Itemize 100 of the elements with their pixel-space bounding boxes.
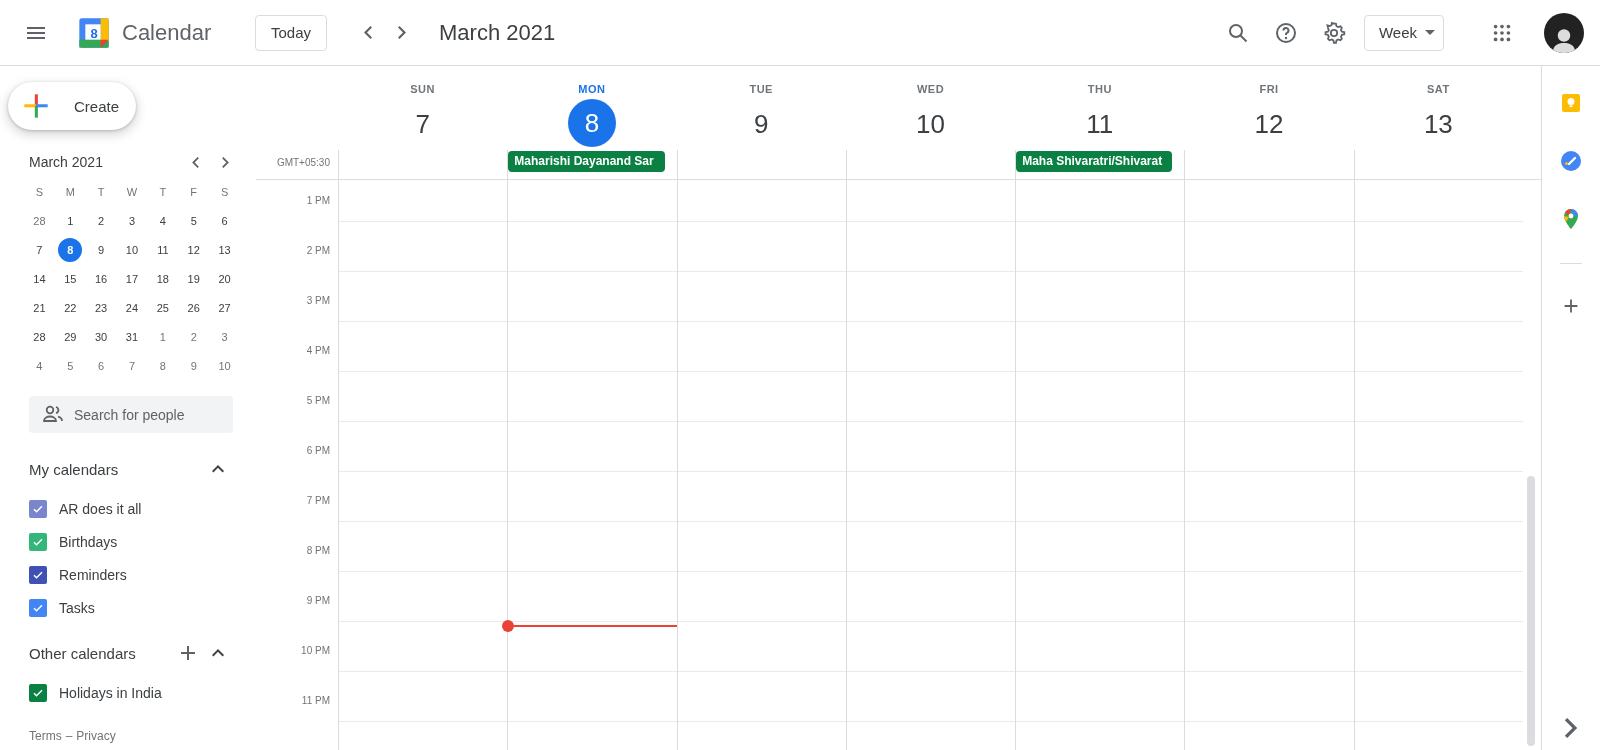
mini-calendar-day[interactable]: 25 (150, 296, 175, 320)
mini-calendar-day[interactable]: 5 (58, 354, 83, 378)
calendar-checkbox[interactable] (29, 532, 47, 551)
chevron-left-icon (191, 156, 199, 168)
day-number[interactable]: 13 (1415, 101, 1462, 147)
separator-text: – (65, 729, 73, 743)
mini-calendar-day[interactable]: 27 (212, 296, 237, 320)
mini-calendar-day[interactable]: 11 (150, 238, 175, 262)
mini-calendar-day[interactable]: 29 (58, 325, 83, 349)
terms-link[interactable]: Terms (29, 729, 62, 743)
avatar[interactable] (1544, 12, 1584, 53)
mini-calendar-day[interactable]: 31 (120, 325, 144, 349)
search-people-field[interactable]: Search for people (29, 396, 233, 433)
current-period: March 2021 (439, 19, 556, 46)
calendar-checkbox[interactable] (29, 598, 47, 617)
calendar-name: Reminders (59, 566, 127, 583)
mini-calendar-day[interactable]: 21 (27, 296, 52, 320)
weekday-label: S (220, 185, 229, 200)
mini-calendar-day[interactable]: 14 (27, 267, 52, 291)
hour-label: 1 PM (305, 194, 331, 208)
mini-calendar-day[interactable]: 22 (58, 296, 83, 320)
day-number[interactable]: 12 (1246, 101, 1293, 147)
chevron-right-icon (398, 26, 407, 39)
calendar-name: AR does it all (59, 500, 142, 517)
mini-calendar-day[interactable]: 8 (58, 238, 83, 262)
plus-icon (22, 92, 50, 120)
weekday-name: FRI (1259, 83, 1279, 97)
mini-calendar-day[interactable]: 7 (120, 354, 144, 378)
weekday-label: W (126, 185, 138, 200)
mini-calendar-day[interactable]: 6 (212, 209, 237, 233)
mini-calendar-day[interactable]: 24 (120, 296, 144, 320)
calendar-checkbox[interactable] (29, 565, 47, 584)
weekday-name: WED (916, 83, 945, 97)
mini-calendar-day[interactable]: 30 (89, 325, 114, 349)
mini-calendar-day[interactable]: 12 (181, 238, 206, 262)
mini-calendar-day[interactable]: 2 (89, 209, 114, 233)
mini-calendar-day[interactable]: 28 (27, 325, 52, 349)
help-icon (1273, 20, 1298, 45)
app-title: Calendar (122, 19, 213, 46)
mini-calendar-day[interactable]: 5 (181, 209, 206, 233)
weekday-name: THU (1087, 83, 1112, 97)
calendar-name: Tasks (59, 599, 95, 616)
mini-calendar-day[interactable]: 18 (150, 267, 175, 291)
mini-calendar-day[interactable]: 7 (27, 238, 52, 262)
weekday-label: M (65, 185, 75, 200)
mini-calendar-day[interactable]: 9 (181, 354, 206, 378)
mini-calendar-day[interactable]: 10 (120, 238, 144, 262)
weekday-label: S (35, 185, 44, 200)
mini-calendar-day[interactable]: 19 (181, 267, 206, 291)
mini-calendar-day[interactable]: 3 (120, 209, 144, 233)
day-number[interactable]: 10 (907, 101, 954, 147)
task-check-icon (1559, 149, 1583, 173)
mini-calendar-day[interactable]: 4 (150, 209, 175, 233)
all-day-event[interactable]: Maharishi Dayanand Sar (508, 151, 665, 172)
mini-calendar-day[interactable]: 4 (27, 354, 52, 378)
weekday-label: F (190, 185, 198, 200)
calendar-checkbox[interactable] (29, 499, 47, 518)
mini-calendar-day[interactable]: 15 (58, 267, 83, 291)
mini-calendar-day[interactable]: 1 (150, 325, 175, 349)
privacy-link[interactable]: Privacy (76, 729, 116, 743)
day-number[interactable]: 9 (738, 101, 785, 147)
weekday-label: T (97, 185, 105, 200)
lightbulb-note-icon (1559, 91, 1583, 115)
mini-calendar-day[interactable]: 20 (212, 267, 237, 291)
hour-label: 8 PM (305, 544, 331, 558)
mini-calendar-day[interactable]: 13 (212, 238, 237, 262)
timezone-label: GMT+05:30 (275, 156, 331, 170)
day-number[interactable]: 7 (399, 101, 446, 147)
hour-label: 9 PM (305, 594, 331, 608)
chevron-right-icon (221, 156, 229, 168)
section-title: My calendars (29, 460, 120, 478)
calendar-checkbox[interactable] (29, 683, 47, 702)
mini-calendar-day[interactable]: 16 (89, 267, 114, 291)
mini-calendar-day[interactable]: 28 (27, 209, 52, 233)
day-number[interactable]: 8 (567, 99, 616, 147)
calendar-name: Holidays in India (59, 684, 162, 701)
mini-calendar-day[interactable]: 8 (150, 354, 175, 378)
chevron-up-icon (212, 465, 224, 473)
hour-label: 4 PM (305, 344, 331, 358)
scrollbar[interactable] (1527, 476, 1535, 746)
all-day-event[interactable]: Maha Shivaratri/Shivarat (1016, 151, 1173, 172)
mini-calendar-day[interactable]: 10 (212, 354, 237, 378)
weekday-name: TUE (749, 83, 773, 97)
hour-label: 3 PM (305, 294, 331, 308)
create-button[interactable]: Create (8, 82, 136, 130)
mini-calendar-day[interactable]: 6 (89, 354, 114, 378)
mini-calendar-day[interactable]: 17 (120, 267, 144, 291)
mini-calendar-day[interactable]: 1 (58, 209, 83, 233)
mini-calendar-day[interactable]: 23 (89, 296, 114, 320)
today-button[interactable]: Today (255, 14, 328, 51)
view-dropdown[interactable]: Week (1363, 14, 1444, 51)
day-number[interactable]: 11 (1076, 101, 1123, 147)
mini-calendar-day[interactable]: 9 (89, 238, 114, 262)
mini-calendar-day[interactable]: 2 (181, 325, 206, 349)
mini-calendar-day[interactable]: 3 (212, 325, 237, 349)
weekday-name: MON (578, 83, 606, 97)
mini-calendar-title: March 2021 (28, 154, 104, 170)
weekday-name: SAT (1427, 83, 1450, 97)
mini-calendar-day[interactable]: 26 (181, 296, 206, 320)
hour-label: 11 PM (300, 694, 331, 708)
